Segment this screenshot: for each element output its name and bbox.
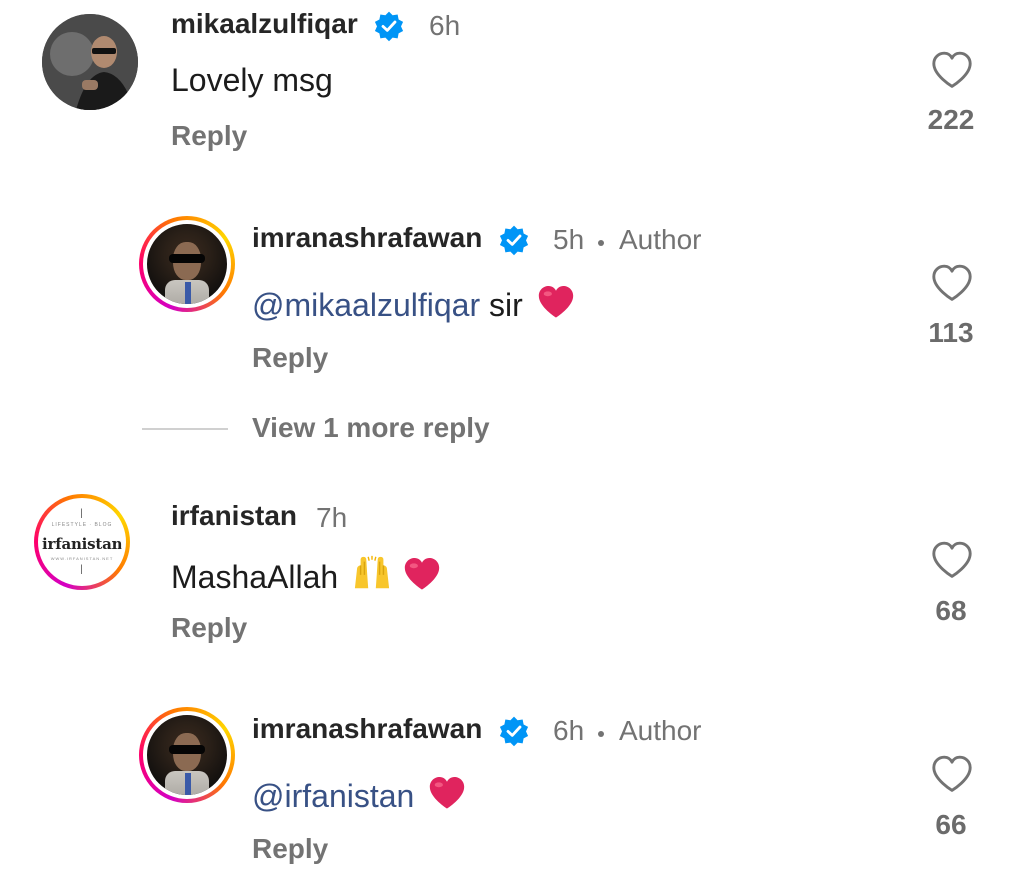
reply-button[interactable]: Reply — [171, 120, 247, 152]
comment-username[interactable]: imranashrafawan — [252, 713, 482, 745]
comment-time: 5h — [553, 224, 585, 255]
red-heart-icon — [430, 777, 465, 809]
irfanistan-logo: | LIFESTYLE · BLOG irfanistan WWW.IRFANI… — [38, 498, 126, 586]
comment-text: @irfanistan — [252, 775, 467, 815]
comment-body: MashaAllah — [171, 559, 339, 595]
profile-photo-icon — [42, 14, 138, 110]
reply-button[interactable]: Reply — [252, 342, 328, 374]
like-heart-icon[interactable] — [930, 263, 974, 303]
reply-button[interactable]: Reply — [171, 612, 247, 644]
like-heart-icon[interactable] — [930, 754, 974, 794]
verified-badge-icon — [499, 716, 529, 747]
like-count: 113 — [928, 317, 974, 348]
author-label: Author — [619, 224, 702, 255]
separator-dot — [598, 731, 604, 737]
like-heart-icon[interactable] — [930, 540, 974, 580]
comment-time: 7h — [316, 502, 348, 533]
red-heart-icon — [404, 558, 440, 590]
view-more-replies-button[interactable]: View 1 more reply — [252, 412, 490, 444]
comment-username[interactable]: imranashrafawan — [252, 222, 482, 254]
avatar[interactable] — [139, 707, 235, 803]
view-replies-divider — [142, 428, 228, 430]
comment-username[interactable]: irfanistan — [171, 500, 297, 532]
comment-text: @mikaalzulfiqar sir — [252, 284, 576, 324]
raising-hands-icon — [354, 555, 390, 589]
avatar[interactable]: | LIFESTYLE · BLOG irfanistan WWW.IRFANI… — [34, 494, 130, 590]
comment-body: sir — [489, 287, 523, 323]
comment-username[interactable]: mikaalzulfiqar — [171, 8, 358, 40]
author-label: Author — [619, 715, 702, 746]
avatar[interactable] — [139, 216, 235, 312]
like-count: 222 — [927, 104, 975, 135]
comment-time: 6h — [429, 10, 461, 41]
separator-dot — [598, 240, 604, 246]
comment-text: MashaAllah — [171, 554, 442, 596]
like-count: 66 — [935, 809, 967, 840]
mention-link[interactable]: @irfanistan — [252, 778, 414, 814]
comment-text: Lovely msg — [171, 62, 333, 98]
mention-link[interactable]: @mikaalzulfiqar — [252, 287, 480, 323]
red-heart-icon — [538, 286, 573, 318]
reply-button[interactable]: Reply — [252, 833, 328, 865]
comment-time: 6h — [553, 715, 585, 746]
like-heart-icon[interactable] — [930, 50, 974, 90]
verified-badge-icon — [499, 225, 529, 256]
like-count: 68 — [935, 595, 967, 626]
avatar[interactable] — [42, 14, 138, 110]
verified-badge-icon — [374, 11, 404, 42]
